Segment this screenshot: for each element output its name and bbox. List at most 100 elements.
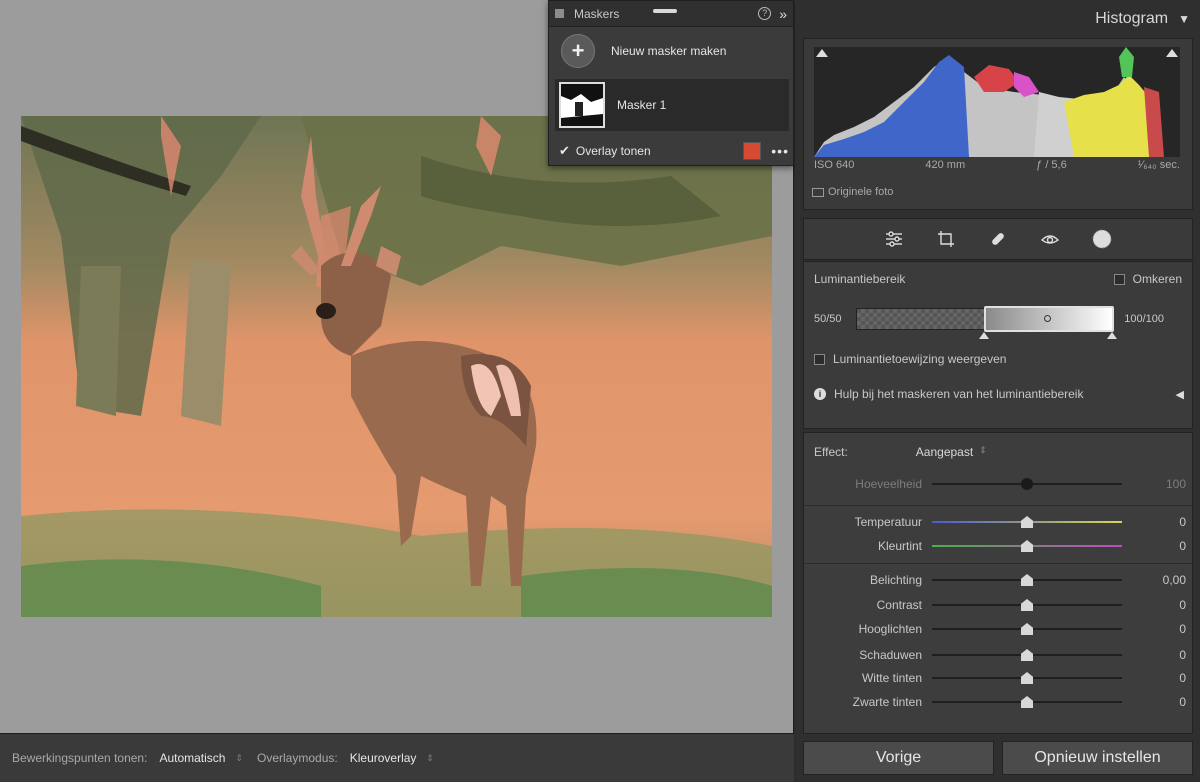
range-left-value: 50/50 <box>814 313 842 325</box>
mask-name: Masker 1 <box>617 98 667 112</box>
slider-label: Contrast <box>876 598 922 612</box>
overlay-color-swatch[interactable] <box>743 142 762 160</box>
new-mask-button[interactable]: + Nieuw masker maken <box>549 27 793 75</box>
luminance-help-label: Hulp bij het maskeren van het luminantie… <box>834 387 1084 401</box>
slider-value[interactable]: 0 <box>1179 539 1186 553</box>
help-icon[interactable]: ? <box>758 7 772 20</box>
slider-track[interactable] <box>932 475 1122 493</box>
original-photo-toggle[interactable]: Originele foto <box>812 186 893 198</box>
slider-thumb[interactable] <box>1021 540 1033 552</box>
mask-thumbnail <box>559 82 605 128</box>
slider-track[interactable] <box>932 669 1122 687</box>
histogram-graph[interactable] <box>814 47 1180 157</box>
crop-icon[interactable] <box>935 228 957 250</box>
masks-titlebar[interactable]: Maskers ? » <box>549 1 793 27</box>
luminance-title: Luminantiebereik <box>814 272 906 286</box>
slider-track[interactable] <box>932 596 1122 614</box>
preset-stepper-icon[interactable]: ⇕ <box>979 445 987 459</box>
slider-label: Hooglichten <box>858 622 922 636</box>
show-luminance-map-checkbox[interactable] <box>814 353 825 365</box>
tint-slider[interactable]: Kleurtint 0 <box>804 537 1192 555</box>
effect-panel: Effect: Aangepast ⇕ Hoeveelheid 100 Temp… <box>803 432 1193 734</box>
shutter-value: ¹⁄₆₄₀ sec. <box>1137 159 1180 171</box>
slider-label: Schaduwen <box>859 648 922 662</box>
original-photo-label: Originele foto <box>828 186 894 198</box>
highlights-slider[interactable]: Hooglichten 0 <box>804 620 1192 638</box>
slider-thumb[interactable] <box>1021 574 1033 586</box>
slider-value[interactable]: 0 <box>1179 515 1186 529</box>
slider-value[interactable]: 0 <box>1179 598 1186 612</box>
slider-value[interactable]: 100 <box>1166 477 1186 491</box>
slider-track[interactable] <box>932 620 1122 638</box>
effect-preset-select[interactable]: Aangepast <box>916 445 973 459</box>
expand-arrow-icon[interactable]: ◀ <box>1176 388 1184 401</box>
slider-track[interactable] <box>932 513 1122 531</box>
luminance-range-slider[interactable] <box>856 306 1117 339</box>
slider-thumb[interactable] <box>1021 672 1033 684</box>
mask-list-item[interactable]: Masker 1 <box>555 79 789 131</box>
slider-track[interactable] <box>932 571 1122 589</box>
photo-deer-image <box>21 116 772 617</box>
collapse-icon[interactable] <box>555 9 564 18</box>
slider-value[interactable]: 0,00 <box>1163 573 1186 587</box>
show-luminance-map-label: Luminantietoewijzing weergeven <box>833 352 1007 366</box>
reset-button[interactable]: Opnieuw instellen <box>1002 741 1193 775</box>
slider-thumb[interactable] <box>1021 478 1033 490</box>
range-center-handle[interactable] <box>1044 315 1051 322</box>
mask-icon[interactable] <box>1091 228 1113 250</box>
histogram-panel: ISO 640 420 mm ƒ / 5,6 ¹⁄₆₄₀ sec. Origin… <box>803 38 1193 210</box>
more-options-icon[interactable]: ••• <box>771 143 789 159</box>
expand-icon[interactable]: » <box>779 6 787 22</box>
slider-label: Temperatuur <box>854 515 922 529</box>
slider-value[interactable]: 0 <box>1179 671 1186 685</box>
plus-icon[interactable]: + <box>561 34 595 68</box>
edit-points-select[interactable]: Automatisch <box>159 751 225 765</box>
overlay-mode-stepper-icon[interactable]: ⇕ <box>426 753 434 764</box>
temperature-slider[interactable]: Temperatuur 0 <box>804 513 1192 531</box>
show-luminance-map-toggle[interactable]: Luminantietoewijzing weergeven <box>814 352 1006 366</box>
slider-thumb[interactable] <box>1021 599 1033 611</box>
blacks-slider[interactable]: Zwarte tinten 0 <box>804 693 1192 711</box>
panel-buttons: Vorige Opnieuw instellen <box>803 741 1193 775</box>
range-right-value: 100/100 <box>1124 313 1164 325</box>
luminance-range-row: 50/50 100/100 <box>814 304 1186 339</box>
histogram-header[interactable]: Histogram ▼ <box>795 0 1200 38</box>
redeye-icon[interactable] <box>1039 228 1061 250</box>
slider-value[interactable]: 0 <box>1179 695 1186 709</box>
invert-toggle[interactable]: Omkeren <box>1113 272 1182 286</box>
whites-slider[interactable]: Witte tinten 0 <box>804 669 1192 687</box>
luminance-help-row[interactable]: i Hulp bij het maskeren van het luminant… <box>814 387 1184 401</box>
exposure-slider[interactable]: Belichting 0,00 <box>804 571 1192 589</box>
range-right-handle[interactable] <box>1107 332 1117 339</box>
amount-slider[interactable]: Hoeveelheid 100 <box>804 475 1192 493</box>
slider-thumb[interactable] <box>1021 516 1033 528</box>
slider-label: Belichting <box>869 573 922 587</box>
sliders-icon[interactable] <box>883 228 905 250</box>
overlay-mode-select[interactable]: Kleuroverlay <box>350 751 417 765</box>
effect-header: Effect: Aangepast ⇕ <box>814 445 987 459</box>
original-photo-checkbox[interactable] <box>812 187 824 197</box>
shadows-slider[interactable]: Schaduwen 0 <box>804 646 1192 664</box>
drag-handle[interactable] <box>653 9 677 13</box>
invert-checkbox[interactable] <box>1113 273 1125 285</box>
range-left-handle[interactable] <box>979 332 989 339</box>
contrast-slider[interactable]: Contrast 0 <box>804 596 1192 614</box>
slider-thumb[interactable] <box>1021 696 1033 708</box>
overlay-checkbox[interactable]: ✔ <box>559 143 570 159</box>
collapse-triangle-icon[interactable]: ▼ <box>1178 12 1190 26</box>
slider-thumb[interactable] <box>1021 649 1033 661</box>
slider-thumb[interactable] <box>1021 623 1033 635</box>
healing-icon[interactable] <box>987 228 1009 250</box>
exif-info: ISO 640 420 mm ƒ / 5,6 ¹⁄₆₄₀ sec. <box>814 159 1180 177</box>
slider-value[interactable]: 0 <box>1179 622 1186 636</box>
slider-track[interactable] <box>932 646 1122 664</box>
masked-photo[interactable] <box>21 116 772 617</box>
previous-button[interactable]: Vorige <box>803 741 994 775</box>
tool-strip <box>803 218 1193 260</box>
slider-track[interactable] <box>932 693 1122 711</box>
edit-points-stepper-icon[interactable]: ⇕ <box>235 753 243 764</box>
slider-track[interactable] <box>932 537 1122 555</box>
overlay-mode-label: Overlaymodus: <box>257 751 338 765</box>
new-mask-label: Nieuw masker maken <box>611 44 727 58</box>
slider-value[interactable]: 0 <box>1179 648 1186 662</box>
